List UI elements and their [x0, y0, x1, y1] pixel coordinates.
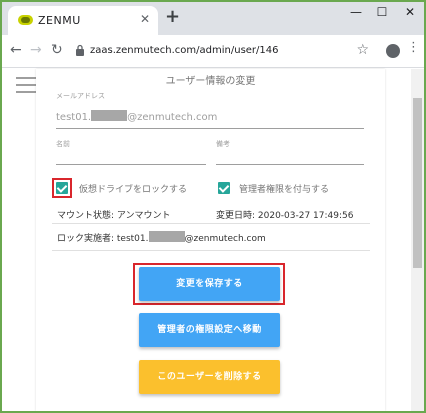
tab-title: ZENMU [38, 14, 81, 27]
new-tab-button[interactable]: + [165, 7, 180, 27]
email-prefix: test01. [56, 112, 92, 123]
email-underline [56, 128, 364, 129]
divider [52, 223, 370, 224]
scrollbar-thumb[interactable] [413, 98, 422, 268]
locker-info: ロック実施者: test01. @zenmutech.com [57, 231, 266, 244]
remarks-field[interactable] [216, 164, 364, 165]
delete-user-button[interactable]: このユーザーを削除する [139, 360, 280, 394]
hamburger-menu-icon[interactable] [16, 77, 37, 98]
admin-settings-button[interactable]: 管理者の権限設定へ移動 [139, 313, 280, 347]
forward-icon[interactable]: → [30, 42, 42, 58]
page-title: ユーザー情報の変更 [165, 76, 256, 87]
reload-icon[interactable]: ↻ [51, 42, 63, 58]
lock-icon [76, 44, 84, 56]
user-edit-card: ユーザー情報の変更 メールアドレス test01. @zenmutech.com … [36, 69, 385, 411]
profile-avatar-icon[interactable] [386, 44, 400, 58]
mount-state: マウント状態: アンマウント [57, 211, 171, 221]
browser-menu-icon[interactable]: ⋮ [407, 41, 420, 54]
browser-toolbar: ← → ↻ zaas.zenmutech.com/admin/user/146 … [2, 35, 424, 68]
bookmark-star-icon[interactable]: ☆ [356, 42, 369, 58]
minimize-icon[interactable]: — [346, 5, 366, 19]
locker-suffix: @zenmutech.com [184, 234, 266, 244]
email-label: メールアドレス [56, 92, 105, 100]
back-icon[interactable]: ← [10, 42, 22, 58]
tab-close-icon[interactable]: ✕ [140, 12, 150, 26]
remarks-label: 備考 [216, 140, 230, 148]
changed-at: 変更日時: 2020-03-27 17:49:56 [216, 211, 354, 221]
lock-drive-checkbox[interactable] [56, 182, 68, 194]
email-suffix: @zenmutech.com [127, 112, 218, 123]
vertical-scrollbar[interactable] [411, 69, 424, 411]
tab-strip: ZENMU ✕ + — ☐ ✕ [2, 2, 424, 35]
grant-admin-checkbox[interactable] [218, 182, 230, 194]
redaction-mask [148, 231, 185, 242]
redaction-mask [91, 110, 128, 121]
zenmu-favicon-icon [18, 15, 33, 25]
browser-window: ZENMU ✕ + — ☐ ✕ ← → ↻ zaas.zenmutech.com… [2, 2, 424, 411]
name-label: 名前 [56, 140, 70, 148]
name-field[interactable] [56, 164, 206, 165]
grant-admin-label: 管理者権限を付与する [239, 185, 330, 195]
url-text: zaas.zenmutech.com/admin/user/146 [90, 45, 279, 56]
maximize-icon[interactable]: ☐ [372, 5, 392, 19]
page-content: ユーザー情報の変更 メールアドレス test01. @zenmutech.com … [2, 69, 424, 411]
email-field[interactable]: test01. @zenmutech.com [56, 110, 217, 123]
divider [52, 250, 370, 251]
save-button[interactable]: 変更を保存する [139, 267, 280, 301]
lock-drive-label: 仮想ドライブをロックする [79, 185, 188, 195]
window-close-icon[interactable]: ✕ [400, 5, 420, 19]
locker-prefix: ロック実施者: test01. [57, 234, 149, 244]
browser-tab[interactable]: ZENMU ✕ [8, 6, 158, 35]
address-bar[interactable]: zaas.zenmutech.com/admin/user/146 ☆ [71, 39, 377, 64]
